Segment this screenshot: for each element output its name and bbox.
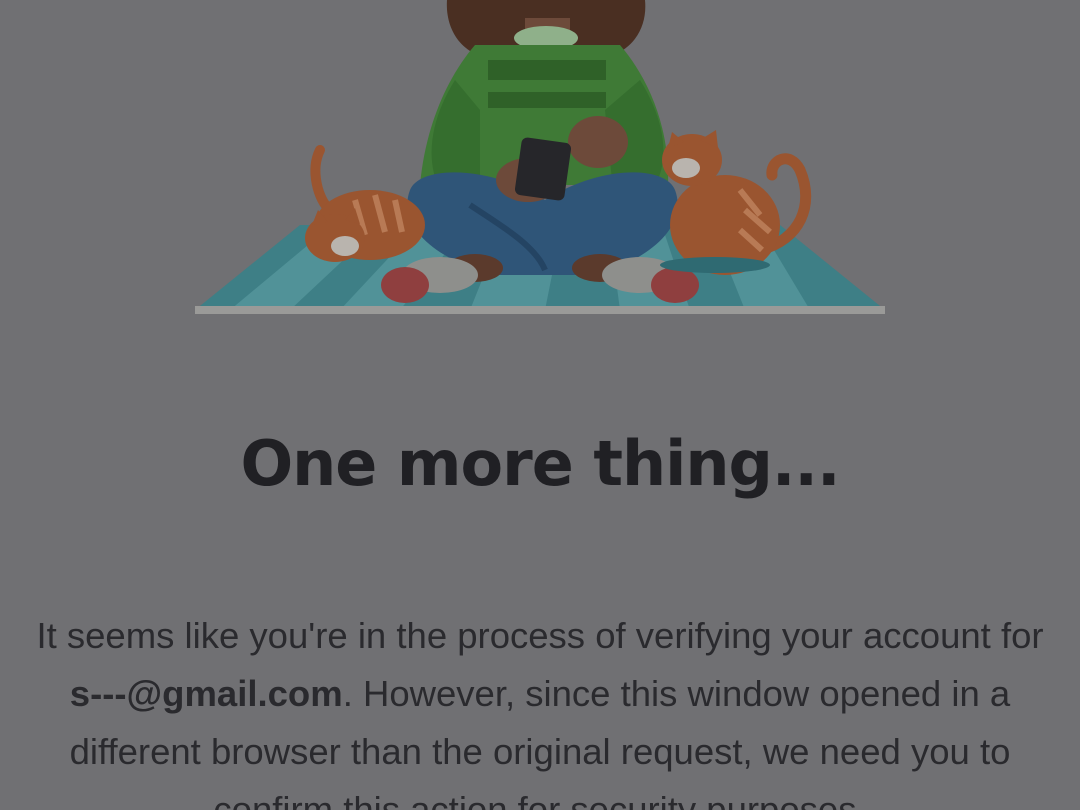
phone — [514, 137, 572, 201]
account-email: s---@gmail.com — [69, 673, 343, 714]
cat-left — [305, 145, 425, 262]
person-with-cats-illustration — [195, 0, 885, 314]
verification-message: It seems like you're in the process of v… — [30, 607, 1050, 810]
message-text-start: It seems like you're in the process of v… — [36, 615, 1044, 656]
verification-page: One more thing... It seems like you're i… — [0, 0, 1080, 810]
page-title: One more thing... — [240, 427, 840, 500]
